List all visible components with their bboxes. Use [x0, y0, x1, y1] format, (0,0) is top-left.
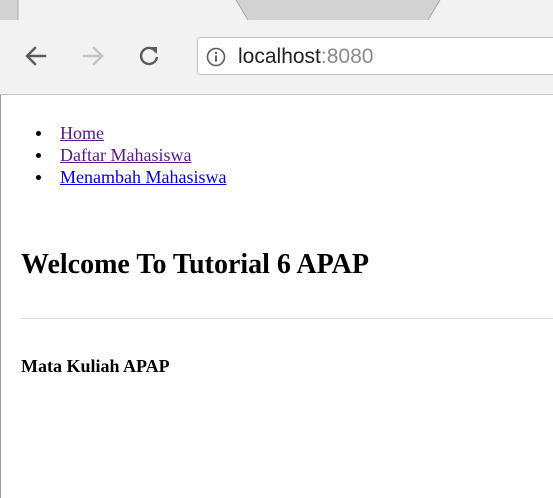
list-item: Daftar Mahasiswa — [35, 144, 226, 166]
course-subtitle: Mata Kuliah APAP — [21, 356, 170, 376]
forward-button[interactable] — [77, 39, 109, 73]
tab-strip — [0, 0, 553, 20]
tab-active — [18, 0, 553, 20]
arrow-left-icon — [25, 46, 47, 66]
address-bar[interactable]: localhost:8080 — [197, 37, 553, 75]
url-text[interactable]: localhost:8080 — [238, 43, 373, 71]
list-item: Home — [35, 122, 226, 144]
nav-list: Home Daftar Mahasiswa Menambah Mahasiswa — [35, 122, 226, 188]
divider — [21, 318, 553, 319]
list-item: Menambah Mahasiswa — [35, 166, 226, 188]
url-host: localhost — [238, 45, 321, 68]
nav-link-daftar-mahasiswa[interactable]: Daftar Mahasiswa — [60, 145, 191, 165]
back-button[interactable] — [20, 39, 52, 73]
url-port: :8080 — [320, 45, 374, 68]
browser-toolbar: localhost:8080 — [0, 20, 553, 95]
nav-link-menambah-mahasiswa[interactable]: Menambah Mahasiswa — [60, 167, 226, 187]
reload-icon — [139, 46, 159, 66]
page-content: Home Daftar Mahasiswa Menambah Mahasiswa… — [0, 95, 553, 498]
arrow-right-icon — [82, 46, 104, 66]
tab-shapes — [17, 0, 553, 20]
reload-button[interactable] — [133, 39, 165, 73]
info-icon[interactable] — [206, 47, 226, 67]
page-title: Welcome To Tutorial 6 APAP — [21, 249, 369, 280]
nav-link-home[interactable]: Home — [60, 123, 104, 143]
